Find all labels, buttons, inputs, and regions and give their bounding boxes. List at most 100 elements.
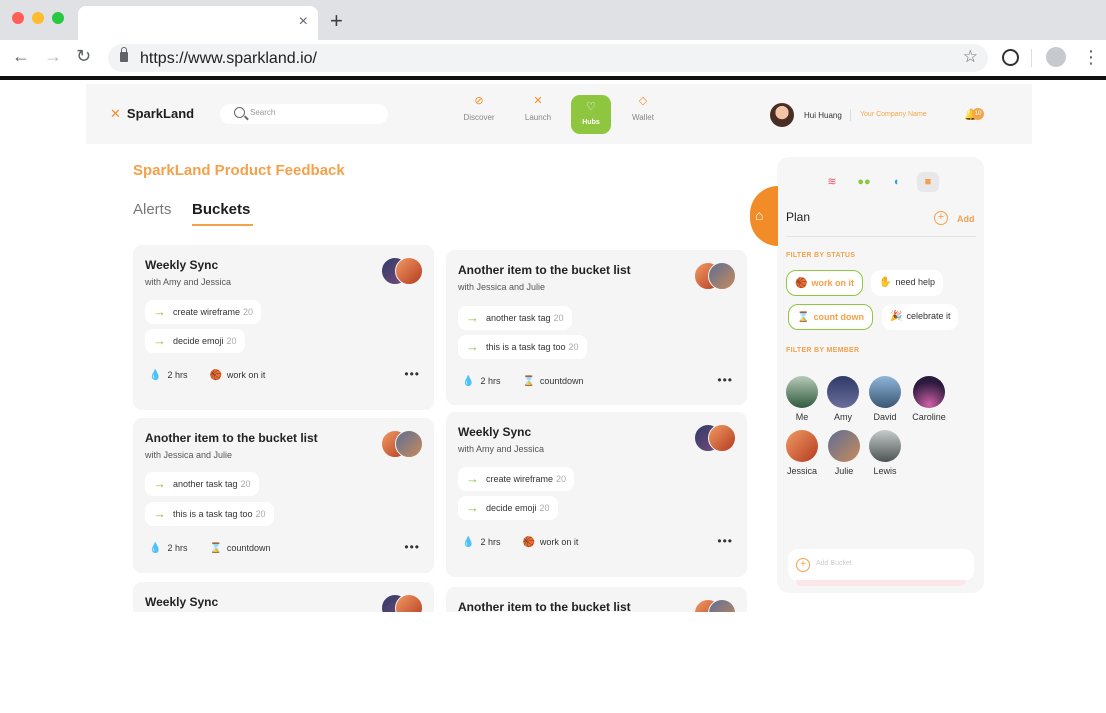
forward-arrow-icon[interactable]: → bbox=[44, 46, 62, 67]
nav-wallet[interactable]: ◇ Wallet bbox=[623, 94, 663, 122]
nav-label: Launch bbox=[524, 113, 552, 122]
more-options-icon[interactable]: ••• bbox=[717, 534, 733, 548]
tab-alerts[interactable]: Alerts bbox=[133, 201, 171, 218]
tag-count: 20 bbox=[568, 342, 579, 352]
task-tag[interactable]: → decide emoji 20 bbox=[458, 496, 558, 520]
app-logo[interactable]: ✕ SparkLand bbox=[110, 106, 194, 122]
nav-hubs[interactable]: ♡ Hubs bbox=[571, 95, 611, 134]
people-icon[interactable]: ●● bbox=[853, 172, 875, 192]
water-drop-icon: 💧 bbox=[462, 376, 475, 387]
task-tag[interactable]: → this is a task tag too 20 bbox=[458, 335, 587, 359]
avatar bbox=[869, 376, 901, 408]
search-input[interactable]: Search bbox=[220, 104, 388, 124]
more-options-icon[interactable]: ••• bbox=[717, 373, 733, 387]
member-me[interactable]: Me bbox=[781, 376, 823, 422]
tab-close-icon[interactable]: × bbox=[299, 13, 308, 31]
member-david[interactable]: David bbox=[864, 376, 906, 422]
spark-icon: ✕ bbox=[533, 95, 543, 107]
tag-label: another task tag bbox=[173, 479, 238, 489]
card-status: work on it bbox=[226, 370, 266, 380]
bucket-cards: Weekly Sync with Amy and Jessica → create… bbox=[120, 236, 760, 612]
tag-count: 20 bbox=[240, 479, 251, 489]
user-avatar[interactable] bbox=[770, 103, 794, 127]
extension-icon[interactable] bbox=[1002, 49, 1019, 66]
status-chip-work-on-it[interactable]: 🏀 work on it bbox=[786, 270, 863, 296]
water-drop-icon: 💧 bbox=[149, 370, 162, 381]
bucket-card[interactable]: Weekly Sync with Amy and Jessica → create… bbox=[133, 245, 434, 410]
basketball-icon: 🏀 bbox=[209, 370, 222, 381]
task-tag[interactable]: → another task tag 20 bbox=[458, 306, 572, 330]
card-subtitle: with Amy and Jessica bbox=[458, 444, 545, 454]
close-window-button[interactable] bbox=[12, 12, 24, 24]
card-subtitle: with Jessica and Julie bbox=[458, 282, 546, 292]
task-tag[interactable]: → another task tag 20 bbox=[145, 472, 259, 496]
arrow-right-icon: → bbox=[153, 333, 166, 348]
chat-icon[interactable]: ◖ bbox=[885, 172, 907, 192]
avatar bbox=[827, 376, 859, 408]
bucket-card[interactable]: Another item to the bucket list with Jes… bbox=[133, 418, 434, 573]
nav-label: Hubs bbox=[582, 119, 600, 126]
browser-tab[interactable]: × bbox=[78, 6, 318, 40]
arrow-right-icon: → bbox=[153, 304, 166, 319]
task-tag[interactable]: → create wireframe 20 bbox=[145, 300, 262, 324]
member-julie[interactable]: Julie bbox=[823, 430, 865, 476]
reload-icon[interactable]: ↻ bbox=[76, 46, 91, 67]
bucket-card[interactable]: Another item to the bucket list bbox=[446, 587, 747, 612]
layers-icon[interactable]: ≋ bbox=[821, 172, 843, 192]
add-bucket-placeholder: Add Bucket bbox=[816, 560, 852, 567]
member-lewis[interactable]: Lewis bbox=[864, 430, 906, 476]
bucket-card[interactable]: Weekly Sync bbox=[133, 582, 434, 612]
member-name: Jessica bbox=[786, 466, 817, 476]
task-tag[interactable]: → create wireframe 20 bbox=[458, 467, 575, 491]
task-tag[interactable]: → decide emoji 20 bbox=[145, 329, 245, 353]
more-options-icon[interactable]: ••• bbox=[404, 540, 420, 554]
bucket-card[interactable]: Another item to the bucket list with Jes… bbox=[446, 250, 747, 405]
nav-launch[interactable]: ✕ Launch bbox=[518, 94, 558, 122]
member-amy[interactable]: Amy bbox=[822, 376, 864, 422]
avatar bbox=[395, 257, 423, 285]
card-title: Weekly Sync bbox=[145, 258, 219, 272]
status-chip-count-down[interactable]: ⌛ count down bbox=[788, 304, 873, 330]
nav-discover[interactable]: ⊘ Discover bbox=[459, 94, 499, 122]
maximize-window-button[interactable] bbox=[52, 12, 64, 24]
card-subtitle: with Amy and Jessica bbox=[145, 277, 232, 287]
app-header: ✕ SparkLand Search ⊘ Discover ✕ Launch ♡ Hub… bbox=[86, 84, 1032, 144]
card-title: Another item to the bucket list bbox=[458, 600, 631, 612]
bucket-card[interactable]: Weekly Sync with Amy and Jessica → create… bbox=[446, 412, 747, 577]
profile-avatar-icon[interactable] bbox=[1046, 47, 1066, 67]
status-chip-celebrate-it[interactable]: 🎉 celebrate it bbox=[882, 304, 959, 330]
add-icon[interactable]: + bbox=[934, 211, 948, 225]
bookmark-star-icon[interactable]: ☆ bbox=[963, 47, 978, 67]
more-options-icon[interactable]: ••• bbox=[404, 367, 420, 381]
member-jessica[interactable]: Jessica bbox=[781, 430, 823, 476]
browser-menu-icon[interactable]: ⋮ bbox=[1082, 47, 1100, 68]
back-arrow-icon[interactable]: ← bbox=[12, 46, 30, 67]
home-icon[interactable]: ⌂ bbox=[755, 207, 763, 223]
card-avatars bbox=[694, 424, 736, 452]
url-text[interactable]: https://www.sparkland.io/ bbox=[140, 50, 317, 68]
status-chip-need-help[interactable]: ✋ need help bbox=[871, 270, 943, 296]
basketball-icon: 🏀 bbox=[795, 278, 808, 289]
user-name[interactable]: Hui Huang bbox=[804, 111, 842, 120]
add-button[interactable]: Add bbox=[957, 214, 975, 224]
chip-label: work on it bbox=[811, 278, 854, 288]
tag-label: create wireframe bbox=[486, 474, 554, 484]
party-icon: 🎉 bbox=[890, 311, 903, 322]
minimize-window-button[interactable] bbox=[32, 12, 44, 24]
arrow-right-icon: → bbox=[466, 310, 479, 325]
avatar bbox=[395, 430, 423, 458]
tab-buckets[interactable]: Buckets bbox=[192, 201, 250, 218]
member-name: Amy bbox=[834, 412, 852, 422]
note-icon[interactable]: ■ bbox=[917, 172, 939, 192]
card-avatars bbox=[694, 262, 736, 290]
address-bar[interactable]: https://www.sparkland.io/ ☆ bbox=[108, 44, 988, 72]
add-bucket-input[interactable]: + Add Bucket bbox=[788, 549, 974, 581]
active-tab-indicator bbox=[192, 224, 253, 226]
company-name[interactable]: Your Company Name bbox=[860, 111, 927, 118]
new-tab-icon[interactable]: + bbox=[330, 8, 343, 34]
member-caroline[interactable]: Caroline bbox=[908, 376, 950, 422]
arrow-right-icon: → bbox=[153, 476, 166, 491]
task-tag[interactable]: → this is a task tag too 20 bbox=[145, 502, 274, 526]
avatar bbox=[395, 594, 423, 612]
tag-count: 20 bbox=[243, 307, 254, 317]
